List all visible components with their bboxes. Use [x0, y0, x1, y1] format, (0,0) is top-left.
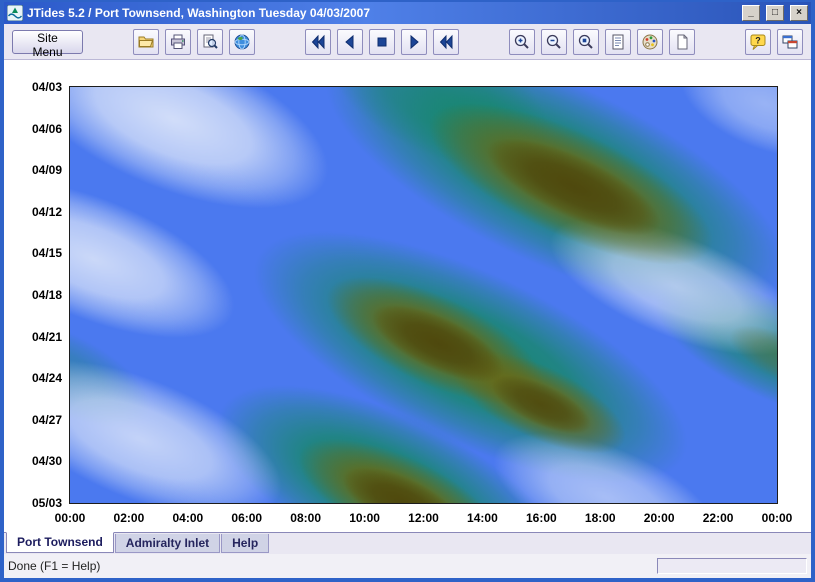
colors-button[interactable]	[637, 29, 663, 55]
zoom-out-button[interactable]	[541, 29, 567, 55]
close-button[interactable]: ×	[790, 5, 808, 21]
status-field	[657, 558, 807, 574]
find-station-icon	[201, 33, 219, 51]
last-button[interactable]	[433, 29, 459, 55]
x-tick-label: 22:00	[703, 511, 734, 525]
window-title: JTides 5.2 / Port Townsend, Washington T…	[27, 6, 736, 20]
svg-text:?: ?	[755, 35, 761, 45]
tabs-bar: Port Townsend Admiralty Inlet Help	[4, 532, 811, 554]
first-button[interactable]	[305, 29, 331, 55]
title-bar[interactable]: JTides 5.2 / Port Townsend, Washington T…	[4, 2, 811, 24]
report-icon	[609, 33, 627, 51]
blank-page-icon	[673, 33, 691, 51]
x-tick-label: 04:00	[172, 511, 203, 525]
stop-button[interactable]	[369, 29, 395, 55]
status-bar: Done (F1 = Help)	[4, 554, 811, 578]
double-left-chevron-icon	[310, 34, 326, 50]
x-tick-label: 00:00	[762, 511, 793, 525]
tab-help[interactable]: Help	[221, 534, 269, 553]
zoom-in-icon	[513, 33, 531, 51]
y-tick-label: 04/30	[6, 454, 62, 468]
zoom-reset-icon	[577, 33, 595, 51]
y-tick-label: 04/18	[6, 288, 62, 302]
world-map-button[interactable]	[229, 29, 255, 55]
tab-port-townsend[interactable]: Port Townsend	[6, 532, 114, 553]
folder-open-icon	[137, 33, 155, 51]
open-button[interactable]	[133, 29, 159, 55]
app-icon[interactable]	[7, 5, 23, 21]
next-button[interactable]	[401, 29, 427, 55]
globe-icon	[233, 33, 251, 51]
find-station-button[interactable]	[197, 29, 223, 55]
y-tick-label: 04/09	[6, 163, 62, 177]
stop-square-icon	[374, 34, 390, 50]
site-menu-button[interactable]: Site Menu	[12, 30, 83, 54]
x-tick-label: 16:00	[526, 511, 557, 525]
toolbar: Site Menu	[4, 24, 811, 60]
report-button[interactable]	[605, 29, 631, 55]
x-tick-label: 08:00	[290, 511, 321, 525]
left-chevron-icon	[342, 34, 358, 50]
help-icon: ?	[749, 33, 767, 51]
y-tick-label: 04/27	[6, 413, 62, 427]
double-right-chevron-icon	[438, 34, 454, 50]
plot-area: 00:00 02:00 04:00 06:00 08:00 10:00 12:00 14:00…	[4, 60, 811, 532]
help-button[interactable]: ?	[745, 29, 771, 55]
y-tick-label: 04/06	[6, 122, 62, 136]
site-windows-icon	[781, 33, 799, 51]
tide-heatmap[interactable]	[70, 87, 777, 503]
y-tick-label: 04/24	[6, 371, 62, 385]
y-tick-label: 05/03	[6, 496, 62, 510]
x-tick-label: 10:00	[349, 511, 380, 525]
y-tick-label: 04/12	[6, 205, 62, 219]
x-tick-label: 06:00	[231, 511, 262, 525]
site-windows-button[interactable]	[777, 29, 803, 55]
y-tick-label: 04/15	[6, 246, 62, 260]
app-window: JTides 5.2 / Port Townsend, Washington T…	[0, 0, 815, 582]
new-page-button[interactable]	[669, 29, 695, 55]
y-tick-label: 04/03	[6, 80, 62, 94]
tab-admiralty-inlet[interactable]: Admiralty Inlet	[115, 534, 220, 553]
zoom-reset-button[interactable]	[573, 29, 599, 55]
status-message: Done (F1 = Help)	[8, 559, 649, 573]
x-tick-label: 20:00	[644, 511, 675, 525]
zoom-out-icon	[545, 33, 563, 51]
maximize-button[interactable]: □	[766, 5, 784, 21]
printer-icon	[169, 33, 187, 51]
palette-icon	[641, 33, 659, 51]
minimize-button[interactable]: _	[742, 5, 760, 21]
right-chevron-icon	[406, 34, 422, 50]
zoom-in-button[interactable]	[509, 29, 535, 55]
x-tick-label: 18:00	[585, 511, 616, 525]
plot-frame	[69, 86, 778, 504]
previous-button[interactable]	[337, 29, 363, 55]
x-tick-label: 12:00	[408, 511, 439, 525]
print-button[interactable]	[165, 29, 191, 55]
x-tick-label: 02:00	[114, 511, 145, 525]
x-tick-label: 14:00	[467, 511, 498, 525]
y-tick-label: 04/21	[6, 330, 62, 344]
x-tick-label: 00:00	[55, 511, 86, 525]
